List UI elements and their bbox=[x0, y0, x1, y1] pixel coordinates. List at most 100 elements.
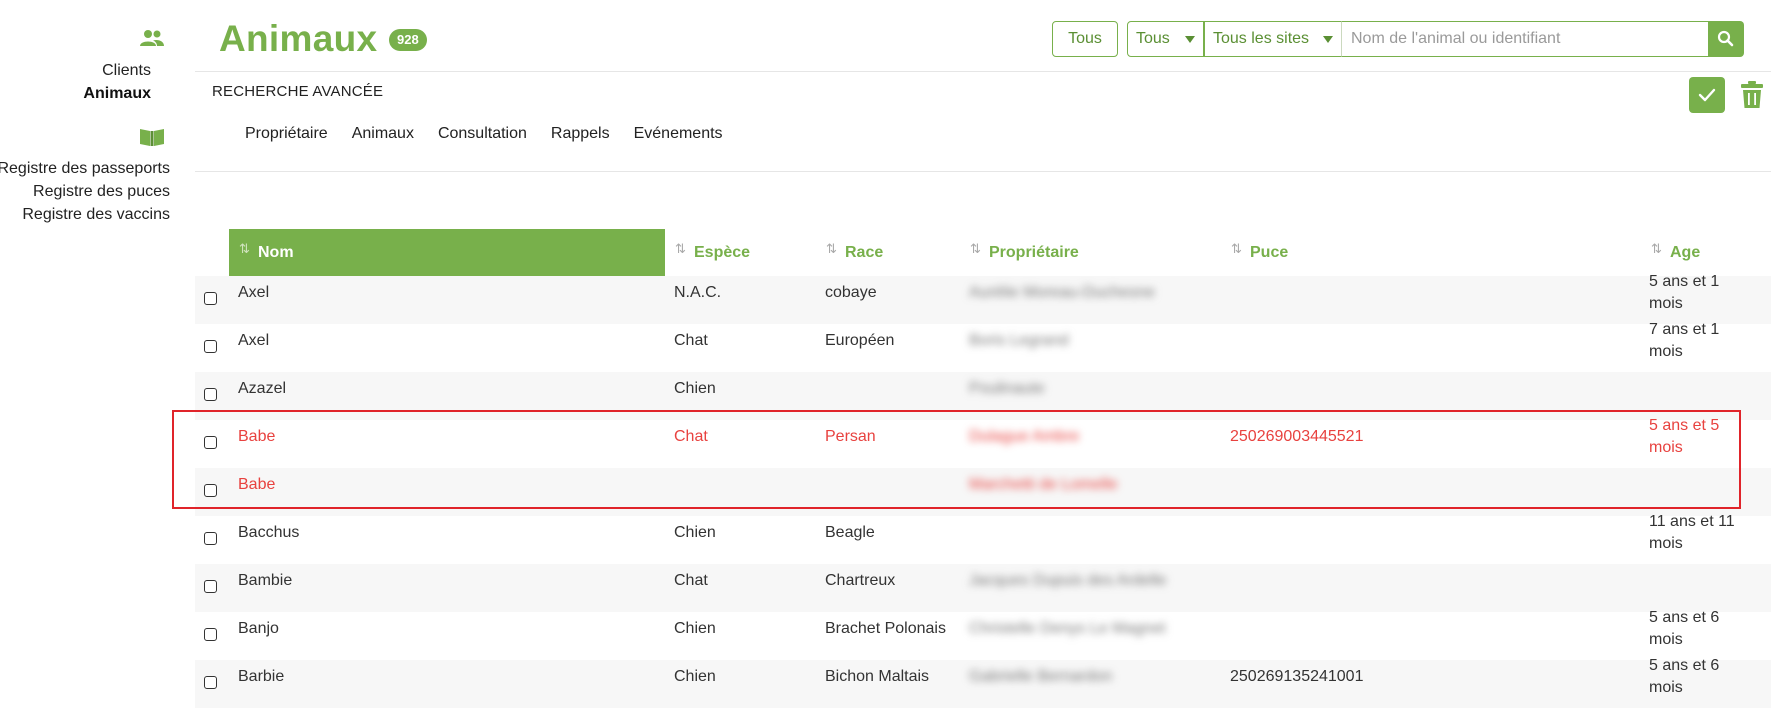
cell-nom: Bacchus bbox=[238, 524, 300, 541]
cell-nom: Banjo bbox=[238, 620, 279, 637]
column-label-proprietaire: Propriétaire bbox=[989, 244, 1079, 261]
sidebar: Clients Animaux Registre des passeports … bbox=[0, 0, 172, 686]
cell-proprietaire: Gabrielle Bernardon bbox=[969, 668, 1113, 685]
book-icon bbox=[140, 129, 164, 146]
row-checkbox[interactable] bbox=[204, 628, 217, 641]
sites-select[interactable]: Tous les sites bbox=[1204, 21, 1342, 57]
table-row[interactable]: Bambie Chat Chartreux Jacques Dupuis des… bbox=[195, 564, 1771, 612]
row-checkbox[interactable] bbox=[204, 580, 217, 593]
cell-nom: Axel bbox=[238, 332, 270, 349]
cell-age: 5 ans et 6 bbox=[1649, 657, 1720, 674]
cell-espece: Chat bbox=[674, 332, 708, 349]
search-icon bbox=[1717, 30, 1734, 47]
cell-age: 5 ans et 5 bbox=[1649, 417, 1720, 434]
filter-animaux[interactable]: Animaux bbox=[352, 125, 414, 143]
cell-puce: 250269003445521 bbox=[1230, 428, 1364, 445]
cell-nom: Babe bbox=[238, 476, 276, 493]
filter-consultation[interactable]: Consultation bbox=[438, 125, 527, 143]
search-input[interactable] bbox=[1341, 21, 1709, 57]
cell-proprietaire: Aurélie Moreau-Duchesne bbox=[969, 284, 1155, 301]
validate-button[interactable] bbox=[1689, 77, 1725, 113]
cell-age: 11 ans et 11 bbox=[1649, 513, 1735, 530]
delete-button[interactable] bbox=[1738, 80, 1766, 110]
species-select-value: Tous bbox=[1136, 30, 1170, 47]
column-label-puce: Puce bbox=[1250, 244, 1289, 261]
cell-race: cobaye bbox=[825, 284, 877, 301]
tous-button[interactable]: Tous bbox=[1052, 21, 1118, 57]
cell-espece: Chien bbox=[674, 668, 716, 685]
sidebar-item-registre-vaccins[interactable]: Registre des vaccins bbox=[0, 205, 170, 225]
column-header-proprietaire[interactable]: ⇅ Propriétaire bbox=[970, 229, 1130, 277]
cell-proprietaire: Marchetti de Lomelle bbox=[969, 476, 1118, 493]
sidebar-item-animaux[interactable]: Animaux bbox=[0, 84, 151, 104]
sidebar-item-clients[interactable]: Clients bbox=[0, 61, 151, 81]
cell-race: Persan bbox=[825, 428, 876, 445]
search-button[interactable] bbox=[1708, 21, 1744, 57]
table-row[interactable]: Barbie Chien Bichon Maltais Gabrielle Be… bbox=[195, 657, 1771, 708]
table-row[interactable]: Axel N.A.C. cobaye Aurélie Moreau-Duches… bbox=[195, 273, 1771, 324]
filter-rappels[interactable]: Rappels bbox=[551, 125, 610, 143]
cell-nom: Axel bbox=[238, 284, 270, 301]
cell-nom: Barbie bbox=[238, 668, 285, 685]
cell-race: Bichon Maltais bbox=[825, 668, 930, 685]
table-row-highlighted[interactable]: Babe Marchetti de Lomelle bbox=[195, 468, 1771, 516]
table-row-highlighted[interactable]: Babe Chat Persan Dulague Ambre 250269003… bbox=[195, 417, 1771, 468]
cell-proprietaire: Jacques Dupuis des Ardelle bbox=[969, 572, 1167, 589]
column-header-nom[interactable]: ⇅ Nom bbox=[229, 229, 665, 277]
sort-icon: ⇅ bbox=[826, 241, 837, 256]
cell-age-unit: mois bbox=[1649, 343, 1683, 360]
cell-puce: 250269135241001 bbox=[1230, 668, 1364, 685]
advanced-search-label[interactable]: RECHERCHE AVANCÉE bbox=[212, 83, 383, 100]
cell-race: Brachet Polonais bbox=[825, 620, 946, 637]
page-title: Animaux bbox=[219, 18, 378, 59]
cell-proprietaire: Christelle Denys Le Magnet bbox=[969, 620, 1166, 637]
column-label-age: Age bbox=[1670, 244, 1701, 261]
filter-evenements[interactable]: Evénements bbox=[634, 125, 723, 143]
count-badge: 928 bbox=[389, 29, 427, 51]
filter-proprietaire[interactable]: Propriétaire bbox=[245, 125, 328, 143]
column-header-espece[interactable]: ⇅ Espèce bbox=[675, 229, 815, 277]
row-checkbox[interactable] bbox=[204, 340, 217, 353]
cell-race: Chartreux bbox=[825, 572, 896, 589]
column-label-nom: Nom bbox=[258, 244, 294, 261]
cell-proprietaire: Dulague Ambre bbox=[969, 428, 1080, 445]
users-icon bbox=[140, 30, 164, 46]
cell-nom: Babe bbox=[238, 428, 276, 445]
sidebar-item-registre-passeports[interactable]: Registre des passeports bbox=[0, 159, 170, 179]
check-icon bbox=[1698, 88, 1716, 102]
caret-down-icon bbox=[1323, 36, 1333, 43]
sidebar-item-registre-puces[interactable]: Registre des puces bbox=[0, 182, 170, 202]
column-label-espece: Espèce bbox=[694, 244, 751, 261]
cell-espece: Chien bbox=[674, 620, 716, 637]
sort-icon: ⇅ bbox=[970, 241, 981, 256]
table-row[interactable]: Azazel Chien Poulinaute bbox=[195, 372, 1771, 420]
sites-select-value: Tous les sites bbox=[1213, 30, 1310, 47]
sort-icon: ⇅ bbox=[1651, 241, 1662, 256]
column-label-race: Race bbox=[845, 244, 884, 261]
row-checkbox[interactable] bbox=[204, 436, 217, 449]
caret-down-icon bbox=[1185, 36, 1195, 43]
cell-espece: Chat bbox=[674, 572, 708, 589]
cell-nom: Azazel bbox=[238, 380, 287, 397]
table-row[interactable]: Banjo Chien Brachet Polonais Christelle … bbox=[195, 609, 1771, 660]
cell-proprietaire: Poulinaute bbox=[969, 380, 1045, 397]
table-row[interactable]: Axel Chat Européen Boris Legrand 7 ans e… bbox=[195, 321, 1771, 372]
trash-icon bbox=[1741, 81, 1763, 108]
cell-espece: Chien bbox=[674, 524, 716, 541]
cell-race: Beagle bbox=[825, 524, 875, 541]
column-header-race[interactable]: ⇅ Race bbox=[826, 229, 946, 277]
row-checkbox[interactable] bbox=[204, 532, 217, 545]
column-header-puce[interactable]: ⇅ Puce bbox=[1231, 229, 1331, 277]
row-checkbox[interactable] bbox=[204, 388, 217, 401]
cell-age-unit: mois bbox=[1649, 295, 1683, 312]
row-checkbox[interactable] bbox=[204, 484, 217, 497]
table-row[interactable]: Bacchus Chien Beagle 11 ans et 11 mois bbox=[195, 513, 1771, 564]
cell-proprietaire: Boris Legrand bbox=[969, 332, 1069, 349]
row-checkbox[interactable] bbox=[204, 292, 217, 305]
sort-icon: ⇅ bbox=[1231, 241, 1242, 256]
sort-asc-icon: ⇅ bbox=[239, 241, 250, 256]
row-checkbox[interactable] bbox=[204, 676, 217, 689]
species-select[interactable]: Tous bbox=[1127, 21, 1204, 57]
column-header-age[interactable]: ⇅ Age bbox=[1651, 229, 1731, 277]
separator bbox=[195, 171, 1771, 172]
